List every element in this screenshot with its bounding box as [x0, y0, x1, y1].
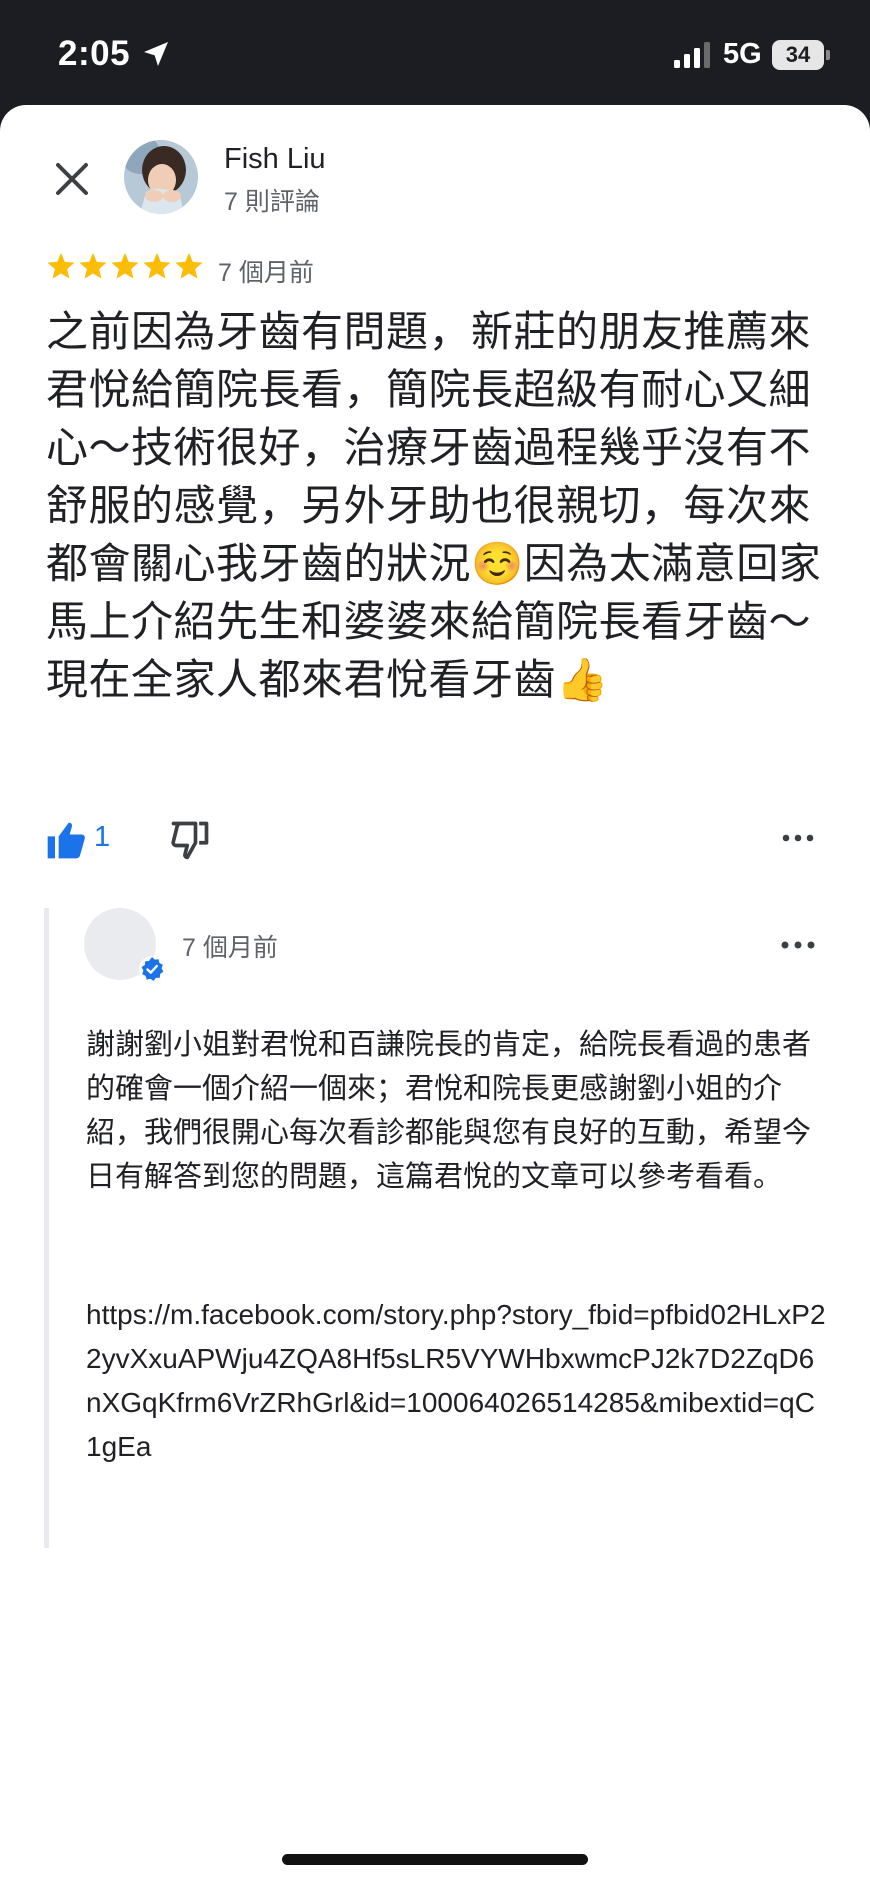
location-arrow-icon [144, 42, 168, 66]
network-type: 5G [723, 38, 762, 70]
review-text: 之前因為牙齒有問題，新莊的朋友推薦來君悅給簡院長看，簡院長超級有耐心又細心～技術… [46, 308, 822, 703]
star-icon [143, 252, 171, 279]
home-indicator [282, 1854, 588, 1865]
reviewer-name[interactable]: Fish Liu [224, 143, 326, 176]
star-icon [47, 252, 75, 279]
close-icon[interactable] [50, 157, 94, 201]
star-icon [111, 252, 139, 279]
status-time: 2:05 [58, 34, 131, 73]
review-date: 7 個月前 [218, 259, 314, 287]
reply-text: 謝謝劉小姐對君悅和百謙院長的肯定，給院長看過的患者的確會一個介紹一個來；君悅和院… [86, 1029, 812, 1193]
review-sheet: Fish Liu 7 則評論 7 個月前 之前因為牙齒有問題，新莊的朋友推薦來君… [0, 105, 870, 1883]
battery-icon: 34 [772, 40, 824, 70]
thumb-down-icon[interactable] [168, 818, 212, 862]
reply-divider [44, 908, 49, 1548]
star-icon [175, 252, 203, 279]
avatar[interactable] [124, 140, 198, 214]
verified-check-icon [139, 956, 165, 982]
star-icon [79, 252, 107, 279]
thumb-up-icon[interactable] [44, 818, 88, 862]
status-bar: 2:05 5G 34 [0, 0, 870, 110]
avatar-photo [124, 140, 198, 214]
review-count: 7 則評論 [224, 188, 320, 216]
more-horizontal-icon[interactable] [778, 820, 818, 856]
battery-tip [826, 50, 830, 60]
more-horizontal-icon[interactable] [776, 927, 820, 963]
reply-date: 7 個月前 [182, 934, 278, 962]
reply-link[interactable]: https://m.facebook.com/story.php?story_f… [86, 1293, 826, 1469]
star-rating [46, 251, 204, 281]
like-count: 1 [94, 821, 111, 853]
signal-bars-icon [674, 42, 710, 68]
